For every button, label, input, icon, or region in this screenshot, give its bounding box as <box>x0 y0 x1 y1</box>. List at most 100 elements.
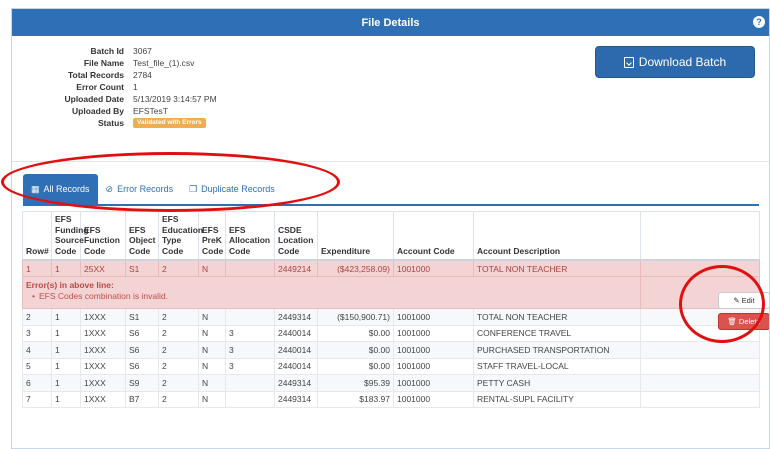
table-row[interactable]: 7 1 1XXX B7 2 N 2449314 $183.97 1001000 … <box>22 390 760 408</box>
col-header-prek-code: EFS PreK Code <box>198 211 226 261</box>
cell: S6 <box>125 341 159 359</box>
col-header-location-code: CSDE Location Code <box>274 211 318 261</box>
col-header-account-description: Account Description <box>473 211 641 261</box>
cell: 2 <box>158 341 199 359</box>
annotation-ellipse-tabs <box>1 152 340 212</box>
cell: N <box>198 357 226 375</box>
cell-expenditure: ($150,900.71) <box>317 308 394 326</box>
col-header-funding-source: EFS Funding Source Code <box>51 211 89 261</box>
cell: S1 <box>125 259 159 277</box>
cell-expenditure: $0.00 <box>317 357 394 375</box>
detail-label: Status <box>98 118 124 128</box>
cell: 3 <box>225 357 275 375</box>
detail-label: Total Records <box>67 70 124 80</box>
cell: 2440014 <box>274 341 318 359</box>
records-table-wrap: Row# EFS Funding Source Code EFS Functio… <box>22 211 760 408</box>
cell: N <box>198 308 226 326</box>
cell: TOTAL NON TEACHER <box>473 308 641 326</box>
col-header-function-code: EFS Function Code <box>80 211 126 261</box>
cell: 1001000 <box>393 259 474 277</box>
cell <box>225 374 275 392</box>
detail-value: 2784 <box>133 70 152 80</box>
table-row[interactable]: 5 1 1XXX S6 2 N 3 2440014 $0.00 1001000 … <box>22 357 760 375</box>
cell: 2449314 <box>274 308 318 326</box>
cell: 25XX <box>80 259 126 277</box>
file-details-panel: File Details ? Batch Id 3067 File Name T… <box>11 8 770 449</box>
batch-details: Batch Id 3067 File Name Test_file_(1).cs… <box>12 45 217 129</box>
col-header-actions <box>640 211 760 261</box>
cell: 1001000 <box>393 374 474 392</box>
cell: 2 <box>22 308 52 326</box>
detail-label: Uploaded By <box>72 106 124 116</box>
cell: 3 <box>225 324 275 342</box>
cell-actions <box>640 390 760 408</box>
cell: 1 <box>51 341 81 359</box>
cell: 1001000 <box>393 390 474 408</box>
cell-actions <box>640 357 760 375</box>
detail-value: EFSTesT <box>133 106 168 116</box>
cell: 2449214 <box>274 259 318 277</box>
cell: 1001000 <box>393 308 474 326</box>
table-row[interactable]: 3 1 1XXX S6 2 N 3 2440014 $0.00 1001000 … <box>22 324 760 342</box>
cell-expenditure: $95.39 <box>317 374 394 392</box>
detail-label: Error Count <box>76 82 124 92</box>
table-row-error[interactable]: 1 1 25XX S1 2 N 2449214 ($423,258.09) 10… <box>22 259 760 277</box>
download-batch-button[interactable]: Download Batch <box>595 46 755 78</box>
cell: S6 <box>125 324 159 342</box>
help-icon[interactable]: ? <box>753 16 765 28</box>
cell: 5 <box>22 357 52 375</box>
cell: 2440014 <box>274 357 318 375</box>
records-table: Row# EFS Funding Source Code EFS Functio… <box>22 211 760 408</box>
detail-uploaded-by: Uploaded By EFSTesT <box>12 105 217 117</box>
cell: 1XXX <box>80 341 126 359</box>
error-message: EFS Codes combination is invalid. <box>32 291 637 301</box>
cell: PETTY CASH <box>473 374 641 392</box>
detail-label: Uploaded Date <box>64 94 124 104</box>
detail-value: 5/13/2019 3:14:57 PM <box>133 94 217 104</box>
cell: 2 <box>158 308 199 326</box>
cell: RENTAL-SUPL FACILITY <box>473 390 641 408</box>
error-detail-row: Error(s) in above line: EFS Codes combin… <box>22 276 760 309</box>
detail-value: 1 <box>133 82 138 92</box>
table-row[interactable]: 4 1 1XXX S6 2 N 3 2440014 $0.00 1001000 … <box>22 341 760 359</box>
cell: 1 <box>51 259 81 277</box>
cell-expenditure: $0.00 <box>317 324 394 342</box>
cell: 1XXX <box>80 390 126 408</box>
cell: 1XXX <box>80 324 126 342</box>
cell: 1001000 <box>393 357 474 375</box>
cell: N <box>198 341 226 359</box>
cell: N <box>198 390 226 408</box>
detail-file-name: File Name Test_file_(1).csv <box>12 57 217 69</box>
panel-header: File Details ? <box>12 9 769 36</box>
cell: S1 <box>125 308 159 326</box>
cell: 2449314 <box>274 374 318 392</box>
detail-batch-id: Batch Id 3067 <box>12 45 217 57</box>
cell: STAFF TRAVEL-LOCAL <box>473 357 641 375</box>
status-badge: Validated with Errors <box>133 118 206 128</box>
download-icon <box>623 56 634 68</box>
cell: 1 <box>51 357 81 375</box>
cell: 3 <box>225 341 275 359</box>
annotation-ellipse-actions <box>679 265 765 343</box>
detail-status: Status Validated with Errors <box>12 117 217 129</box>
cell-actions <box>640 374 760 392</box>
table-header-row: Row# EFS Funding Source Code EFS Functio… <box>22 211 760 261</box>
cell: 2 <box>158 374 199 392</box>
table-row[interactable]: 6 1 1XXX S9 2 N 2449314 $95.39 1001000 P… <box>22 374 760 392</box>
error-title: Error(s) in above line: <box>26 280 114 290</box>
col-header-row-number: Row# <box>22 211 52 261</box>
cell: 1XXX <box>80 357 126 375</box>
cell: S9 <box>125 374 159 392</box>
cell <box>225 259 275 277</box>
detail-label: File Name <box>83 58 124 68</box>
cell-expenditure: $183.97 <box>317 390 394 408</box>
cell-expenditure: $0.00 <box>317 341 394 359</box>
col-header-education-type: EFS Education Type Code <box>158 211 203 261</box>
col-header-expenditure: Expenditure <box>317 211 394 261</box>
cell: 2 <box>158 390 199 408</box>
cell: 1 <box>51 308 81 326</box>
cell: 6 <box>22 374 52 392</box>
table-row[interactable]: 2 1 1XXX S1 2 N 2449314 ($150,900.71) 10… <box>22 308 760 326</box>
cell: N <box>198 259 226 277</box>
cell: N <box>198 374 226 392</box>
